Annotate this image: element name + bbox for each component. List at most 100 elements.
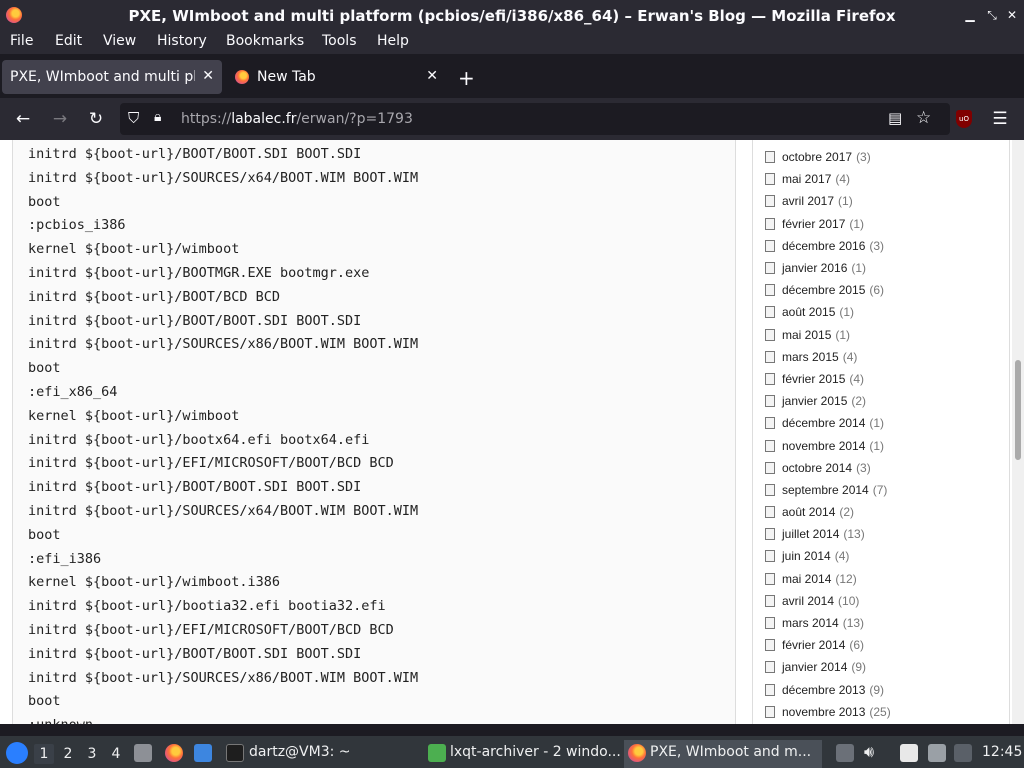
archive-count: (4)	[849, 371, 865, 386]
menu-file[interactable]: File	[10, 33, 33, 49]
code-line: initrd ${boot-url}/BOOT/BCD BCD	[28, 288, 280, 305]
url-domain: labalec.fr	[231, 111, 297, 127]
archive-month-link[interactable]: avril 2017	[782, 194, 834, 208]
archive-month-link[interactable]: juillet 2014	[782, 527, 839, 541]
menu-bookmarks[interactable]: Bookmarks	[226, 33, 304, 49]
archive-month-link[interactable]: juin 2014	[782, 549, 831, 563]
menu-bar: File Edit View History Bookmarks Tools H…	[0, 30, 1024, 54]
desktop-show-icon[interactable]	[194, 744, 212, 762]
menu-help[interactable]: Help	[377, 33, 409, 49]
tab-new-tab[interactable]: New Tab ✕	[226, 60, 446, 94]
tab-pxe-wimboot[interactable]: PXE, WImboot and multi platform (pcbios/…	[2, 60, 222, 94]
archive-item: décembre 2016 (3)	[765, 235, 891, 257]
notes-icon[interactable]	[900, 744, 918, 762]
url-text[interactable]: https://labalec.fr/erwan/?p=1793	[181, 111, 413, 127]
menu-view[interactable]: View	[103, 33, 136, 49]
scrollbar-thumb[interactable]	[1015, 360, 1021, 460]
reload-icon[interactable]: ↻	[85, 108, 107, 130]
archive-month-link[interactable]: janvier 2014	[782, 660, 847, 674]
clipboard-icon[interactable]	[836, 744, 854, 762]
task-label: lxqt-archiver - 2 windo...	[450, 744, 620, 760]
page-content: initrd ${boot-url}/BOOT/BOOT.SDI BOOT.SD…	[0, 140, 1024, 724]
document-icon	[765, 262, 775, 275]
archive-month-link[interactable]: mars 2014	[782, 616, 839, 630]
new-tab-icon[interactable]: +	[458, 66, 475, 90]
shield-icon[interactable]: ⛉	[128, 109, 139, 127]
archive-month-link[interactable]: novembre 2014	[782, 439, 865, 453]
code-line: initrd ${boot-url}/bootx64.efi bootx64.e…	[28, 431, 370, 448]
task-firefox[interactable]: PXE, WImboot and m...	[624, 740, 822, 768]
desktop-3[interactable]: 3	[82, 744, 102, 764]
document-icon	[765, 350, 775, 363]
archive-count: (4)	[834, 549, 850, 564]
maximize-icon[interactable]: ⤡	[984, 7, 1000, 23]
archive-count: (10)	[838, 593, 860, 608]
archive-month-link[interactable]: octobre 2017	[782, 150, 852, 164]
document-icon	[765, 284, 775, 297]
archive-month-link[interactable]: novembre 2013	[782, 705, 865, 719]
desktop-1[interactable]: 1	[34, 744, 54, 764]
terminal-icon	[226, 744, 244, 762]
archive-item: janvier 2015 (2)	[765, 390, 891, 412]
archive-month-link[interactable]: décembre 2015	[782, 283, 865, 297]
menu-history[interactable]: History	[157, 33, 207, 49]
desktop-4[interactable]: 4	[106, 744, 126, 764]
archive-month-link[interactable]: mai 2015	[782, 328, 831, 342]
archive-month-link[interactable]: mars 2015	[782, 350, 839, 364]
document-icon	[765, 550, 775, 563]
bookmark-star-icon[interactable]: ☆	[916, 108, 931, 128]
archive-count: (9)	[869, 682, 885, 697]
file-manager-icon[interactable]	[134, 744, 152, 762]
desktop-2[interactable]: 2	[58, 744, 78, 764]
archive-count: (4)	[842, 349, 858, 364]
close-tab-icon[interactable]: ✕	[202, 68, 214, 84]
archive-item: décembre 2014 (1)	[765, 412, 891, 434]
menu-tools[interactable]: Tools	[322, 33, 357, 49]
task-archiver[interactable]: lxqt-archiver - 2 windo...	[424, 740, 620, 768]
archive-item: avril 2017 (1)	[765, 190, 891, 212]
hamburger-menu-icon[interactable]: ☰	[989, 108, 1011, 130]
reader-view-icon[interactable]: ▤	[888, 109, 902, 127]
start-menu-icon[interactable]	[6, 742, 28, 764]
firefox-icon	[628, 744, 646, 762]
archive-count: (1)	[835, 327, 851, 342]
archive-month-link[interactable]: mai 2014	[782, 572, 831, 586]
volume-icon[interactable]: 🔊︎	[864, 742, 874, 762]
archive-count: (1)	[851, 261, 867, 276]
forward-icon[interactable]: →	[49, 108, 71, 130]
document-icon	[765, 151, 775, 164]
archive-month-link[interactable]: septembre 2014	[782, 483, 869, 497]
task-terminal[interactable]: dartz@VM3: ~	[222, 740, 420, 768]
archive-month-link[interactable]: août 2014	[782, 505, 835, 519]
archive-month-link[interactable]: octobre 2014	[782, 461, 852, 475]
archive-month-link[interactable]: février 2017	[782, 217, 845, 231]
archive-month-link[interactable]: décembre 2013	[782, 683, 865, 697]
archive-count: (12)	[835, 571, 857, 586]
archive-month-link[interactable]: décembre 2016	[782, 239, 865, 253]
archive-month-link[interactable]: février 2014	[782, 638, 845, 652]
document-icon	[765, 639, 775, 652]
archive-month-link[interactable]: avril 2014	[782, 594, 834, 608]
page-scrollbar[interactable]	[1012, 140, 1024, 724]
close-tab-icon[interactable]: ✕	[426, 68, 438, 84]
archive-month-link[interactable]: août 2015	[782, 305, 835, 319]
url-bar[interactable]: ⛉ 🔒︎ https://labalec.fr/erwan/?p=1793 ▤ …	[120, 103, 950, 135]
back-icon[interactable]: ←	[12, 108, 34, 130]
menu-edit[interactable]: Edit	[55, 33, 82, 49]
archive-month-link[interactable]: janvier 2015	[782, 394, 847, 408]
ublock-origin-icon[interactable]: uO	[956, 110, 972, 128]
archive-month-link[interactable]: mai 2017	[782, 172, 831, 186]
firefox-launcher-icon[interactable]	[165, 744, 183, 762]
close-window-icon[interactable]: ✕	[1004, 7, 1020, 23]
archive-item: mai 2017 (4)	[765, 168, 891, 190]
archive-month-link[interactable]: décembre 2014	[782, 416, 865, 430]
archive-month-link[interactable]: février 2015	[782, 372, 845, 386]
archive-month-link[interactable]: janvier 2016	[782, 261, 847, 275]
network-icon[interactable]	[954, 744, 972, 762]
keyboard-icon[interactable]	[928, 744, 946, 762]
document-icon	[765, 617, 775, 630]
lock-icon[interactable]: 🔒︎	[154, 109, 161, 125]
archive-item: septembre 2014 (7)	[765, 479, 891, 501]
code-line: :unknown	[28, 715, 418, 724]
minimize-icon[interactable]: ▁	[962, 7, 978, 23]
